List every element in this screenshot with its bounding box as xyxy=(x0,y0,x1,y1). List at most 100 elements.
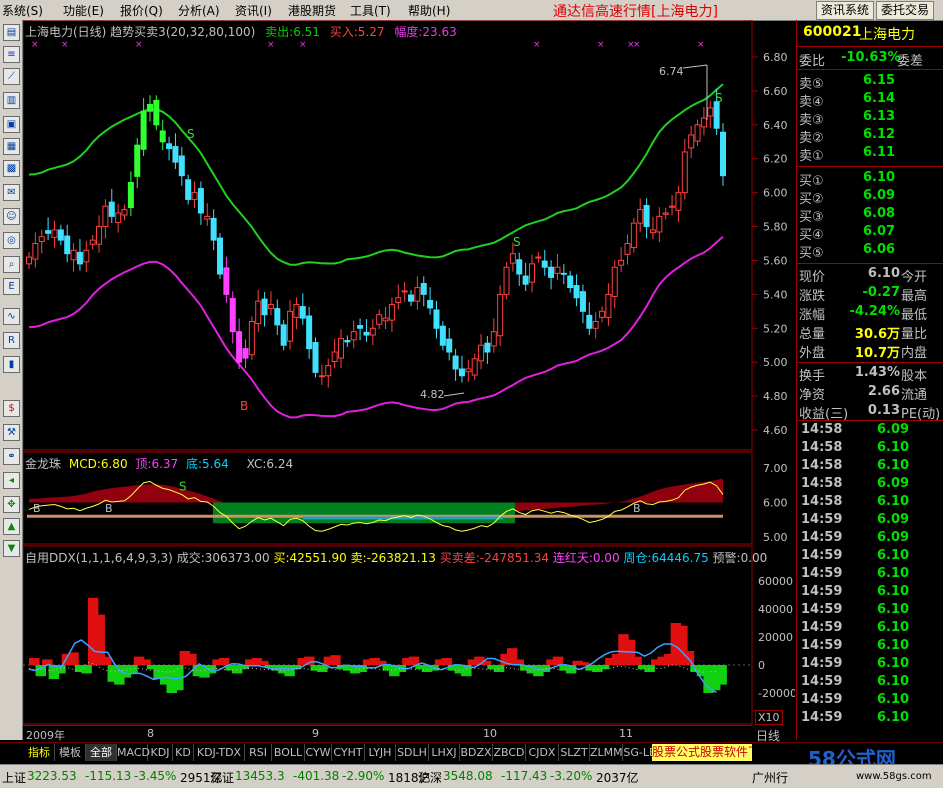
tab-模板[interactable]: 模板 xyxy=(55,744,86,761)
cross-icon[interactable]: ✥ xyxy=(3,496,20,513)
users-icon[interactable]: ☺ xyxy=(3,208,20,225)
tick-price: 6.10 xyxy=(877,710,910,725)
x-axis-month-8: 8 xyxy=(147,727,154,740)
menu-quote[interactable]: 报价(Q) xyxy=(120,2,163,19)
tab-kdj-tdx[interactable]: KDJ-TDX xyxy=(194,744,245,761)
candle-body xyxy=(57,229,64,241)
sub2-header: 自用DDX(1,1,1,6,4,9,3,3) 成交:306373.00 买:42… xyxy=(25,549,767,566)
sub2-buy: 买:42551.90 xyxy=(273,551,347,565)
y-tick-label: 5.80 xyxy=(763,221,788,234)
menu-hk-futures[interactable]: 港股期货 xyxy=(288,2,336,19)
etf-icon[interactable]: E xyxy=(3,278,20,295)
table-icon[interactable]: ▦ xyxy=(3,138,20,155)
candle-body xyxy=(337,337,344,359)
candle-body xyxy=(656,215,663,233)
tab-cjdx[interactable]: CJDX xyxy=(526,744,559,761)
link-icon[interactable]: ⚭ xyxy=(3,448,20,465)
index-value: 3548.08 xyxy=(443,769,493,783)
grid-icon[interactable]: ▩ xyxy=(3,160,20,177)
candle-body xyxy=(159,130,166,143)
chart-icon[interactable]: ▥ xyxy=(3,92,20,109)
ad-banner[interactable]: 股票公式股票软件下载 xyxy=(652,744,752,761)
sub2-y-tick-label: 20000 xyxy=(758,631,793,644)
menu-function[interactable]: 功能(E) xyxy=(63,2,104,19)
page-icon[interactable]: ▤ xyxy=(3,24,20,41)
menu-info[interactable]: 资讯(I) xyxy=(235,2,272,19)
ddx-bar xyxy=(218,658,230,665)
tab-lyjh[interactable]: LYJH xyxy=(365,744,396,761)
dollar-icon[interactable]: $ xyxy=(3,400,20,417)
chart-area[interactable]: BBBS S S S B × × × × × × × × × × 6.80 6.60 6.40 6.20 6.00… xyxy=(22,19,797,743)
sub2-sell: 卖:-263821.13 xyxy=(350,551,436,565)
stat-value: 2.66 xyxy=(867,384,900,399)
tab-指标[interactable]: 指标 xyxy=(24,744,55,761)
candle-body xyxy=(490,331,497,347)
tick-row: 14:58 6.09 xyxy=(797,476,943,494)
tick-row: 14:59 6.10 xyxy=(797,620,943,638)
tab-bdzx[interactable]: BDZX xyxy=(460,744,493,761)
wave-icon[interactable]: ∿ xyxy=(3,308,20,325)
tab-macd[interactable]: MACD xyxy=(117,744,150,761)
rsi-icon[interactable]: R xyxy=(3,332,20,349)
ask-row: 卖② 6.12 xyxy=(797,127,943,146)
tick-price: 6.10 xyxy=(877,548,910,563)
tab-rsi[interactable]: RSI xyxy=(245,744,272,761)
tab-boll[interactable]: BOLL xyxy=(272,744,305,761)
tab-kd[interactable]: KD xyxy=(173,744,194,761)
menu-tools[interactable]: 工具(T) xyxy=(350,2,391,19)
magnify-icon[interactable]: ⌕ xyxy=(3,256,20,273)
bid-label: 买④ xyxy=(799,228,824,243)
tick-row: 14:59 6.09 xyxy=(797,530,943,548)
tick-price: 6.10 xyxy=(877,494,910,509)
candle-body xyxy=(414,287,421,302)
tab-kdj[interactable]: KDJ xyxy=(148,744,173,761)
mail-icon[interactable]: ✉ xyxy=(3,184,20,201)
ddx-bar xyxy=(598,665,610,670)
ddx-bar xyxy=(68,652,79,665)
candle-body xyxy=(172,146,179,163)
kline-icon[interactable]: ⟋ xyxy=(3,68,20,85)
scale-indicator: X10 xyxy=(755,710,783,725)
report-icon[interactable]: ▣ xyxy=(3,116,20,133)
bid-price: 6.06 xyxy=(863,242,896,257)
high-annotation: 6.74 xyxy=(659,65,684,78)
stat-right-label: 最低 xyxy=(901,308,928,323)
index-change: -401.38 xyxy=(293,769,340,783)
tab-cyw[interactable]: CYW xyxy=(305,744,332,761)
index-percent: -2.90% xyxy=(342,769,385,783)
candle-body xyxy=(255,300,262,325)
stat-label: 总量 xyxy=(799,327,826,342)
tab-lhxj[interactable]: LHXJ xyxy=(429,744,460,761)
tick-time: 14:59 xyxy=(801,602,843,617)
tab-slzt[interactable]: SLZT xyxy=(559,744,590,761)
tools-icon[interactable]: ⚒ xyxy=(3,424,20,441)
arrow-left-icon[interactable]: ◂ xyxy=(3,472,20,489)
menu-system[interactable]: 系统(S) xyxy=(2,2,43,19)
tab-sdlh[interactable]: SDLH xyxy=(396,744,429,761)
candle-body xyxy=(548,266,555,278)
y-tick-label: 6.00 xyxy=(763,187,788,200)
candle-body xyxy=(287,310,294,342)
tick-time: 14:59 xyxy=(801,584,843,599)
tick-time: 14:58 xyxy=(801,422,843,437)
buy-label: 买入:5.27 xyxy=(329,25,385,39)
sub2-week: 周仓:64446.75 xyxy=(623,551,709,565)
kline-chart-svg[interactable]: B B BS SSSB× × × × × × × ×× × 6.806.606.406.206.00… xyxy=(22,19,797,740)
quote-header: 600021 上海电力 xyxy=(797,24,943,44)
tab-cyht[interactable]: CYHT xyxy=(332,744,365,761)
list-icon[interactable]: ≡ xyxy=(3,46,20,63)
tab-全部[interactable]: 全部 xyxy=(86,744,117,761)
tab-zbcd[interactable]: ZBCD xyxy=(493,744,526,761)
rank-icon[interactable]: ▮ xyxy=(3,356,20,373)
tab-zlmm[interactable]: ZLMM xyxy=(590,744,623,761)
arrow-down-icon[interactable]: ▼ xyxy=(3,540,20,557)
trade-button[interactable]: 委托交易 xyxy=(876,1,934,20)
ask-price: 6.13 xyxy=(863,109,896,124)
menu-analysis[interactable]: 分析(A) xyxy=(178,2,220,19)
news-icon[interactable]: ◎ xyxy=(3,232,20,249)
tick-time: 14:59 xyxy=(801,656,843,671)
info-system-button[interactable]: 资讯系统 xyxy=(816,1,874,20)
menu-help[interactable]: 帮助(H) xyxy=(408,2,450,19)
stat-value: -0.27 xyxy=(862,285,900,300)
arrow-up-icon[interactable]: ▲ xyxy=(3,518,20,535)
